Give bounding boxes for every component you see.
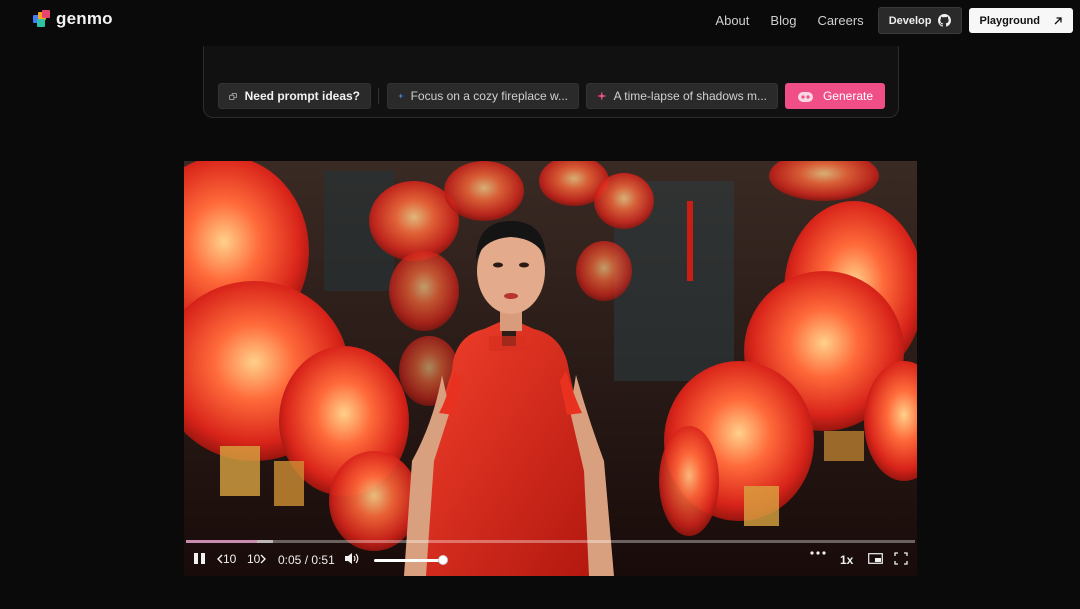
pause-button[interactable] [193, 552, 206, 565]
prompt-ideas-label: Need prompt ideas? [244, 89, 360, 103]
suggestion-2-text: A time-lapse of shadows m... [613, 89, 767, 103]
genmo-logo[interactable]: genmo [33, 9, 113, 29]
develop-button[interactable]: Develop [877, 7, 963, 34]
generate-label: Generate [822, 89, 874, 103]
more-options-button[interactable] [810, 551, 826, 555]
top-navbar: genmo About Blog Careers Develop Playgro… [0, 0, 1080, 40]
time-separator: / [304, 553, 309, 567]
generate-button[interactable]: Generate [785, 83, 885, 109]
picture-in-picture-icon [868, 553, 883, 564]
arrow-up-right-icon [1054, 16, 1062, 24]
prompt-ideas-button[interactable]: Need prompt ideas? [218, 83, 371, 109]
nav-blog-link[interactable]: Blog [770, 8, 796, 34]
playground-label: Playground [979, 14, 1040, 27]
prompt-suggestion-2[interactable]: A time-lapse of shadows m... [586, 83, 778, 109]
suggestion-1-text: Focus on a cozy fireplace w... [410, 89, 568, 103]
playback-speed-label: 1x [840, 553, 854, 567]
video-controls: 10 10 0:05 / 0:51 1x [184, 531, 917, 576]
prompt-suggestion-1[interactable]: Focus on a cozy fireplace w... [387, 83, 579, 109]
volume-slider-handle[interactable] [438, 555, 448, 565]
genmo-logo-icon [33, 10, 51, 28]
pause-icon [194, 553, 205, 564]
current-time: 0:05 [278, 553, 302, 567]
sparkle-icon [398, 93, 404, 99]
sparkle-icon [597, 91, 607, 101]
nav-about-link[interactable]: About [715, 8, 749, 34]
github-icon [938, 14, 952, 27]
chip-divider [378, 88, 379, 104]
video-frame [184, 161, 917, 576]
volume-icon [345, 553, 359, 564]
video-player[interactable]: 10 10 0:05 / 0:51 1x [184, 161, 917, 576]
picture-in-picture-button[interactable] [868, 553, 883, 564]
progress-bar[interactable] [186, 540, 915, 543]
chip-icon [229, 92, 237, 100]
volume-button[interactable] [344, 552, 360, 565]
volume-slider[interactable] [374, 559, 444, 562]
rewind-10-button[interactable]: 10 [217, 552, 236, 566]
more-horizontal-icon [810, 551, 826, 555]
page: genmo About Blog Careers Develop Playgro… [0, 0, 1080, 609]
prompt-panel: Need prompt ideas? Focus on a cozy firep… [203, 46, 899, 118]
time-display: 0:05 / 0:51 [278, 553, 335, 567]
forward-icon [260, 554, 267, 564]
nav-careers-link[interactable]: Careers [817, 8, 863, 34]
duration: 0:51 [311, 553, 335, 567]
robot-icon [797, 91, 813, 102]
fullscreen-icon [894, 552, 908, 565]
forward-10-button[interactable]: 10 [247, 552, 267, 566]
logo-text: genmo [56, 9, 113, 28]
fullscreen-button[interactable] [894, 552, 908, 565]
played-range [186, 540, 258, 543]
develop-label: Develop [888, 14, 932, 27]
rewind-label: 10 [223, 552, 237, 566]
nav-links: About Blog Careers Develop Playground [715, 7, 1073, 34]
playback-speed-button[interactable]: 1x [840, 553, 853, 567]
forward-label: 10 [247, 552, 261, 566]
playground-button[interactable]: Playground [969, 8, 1073, 33]
